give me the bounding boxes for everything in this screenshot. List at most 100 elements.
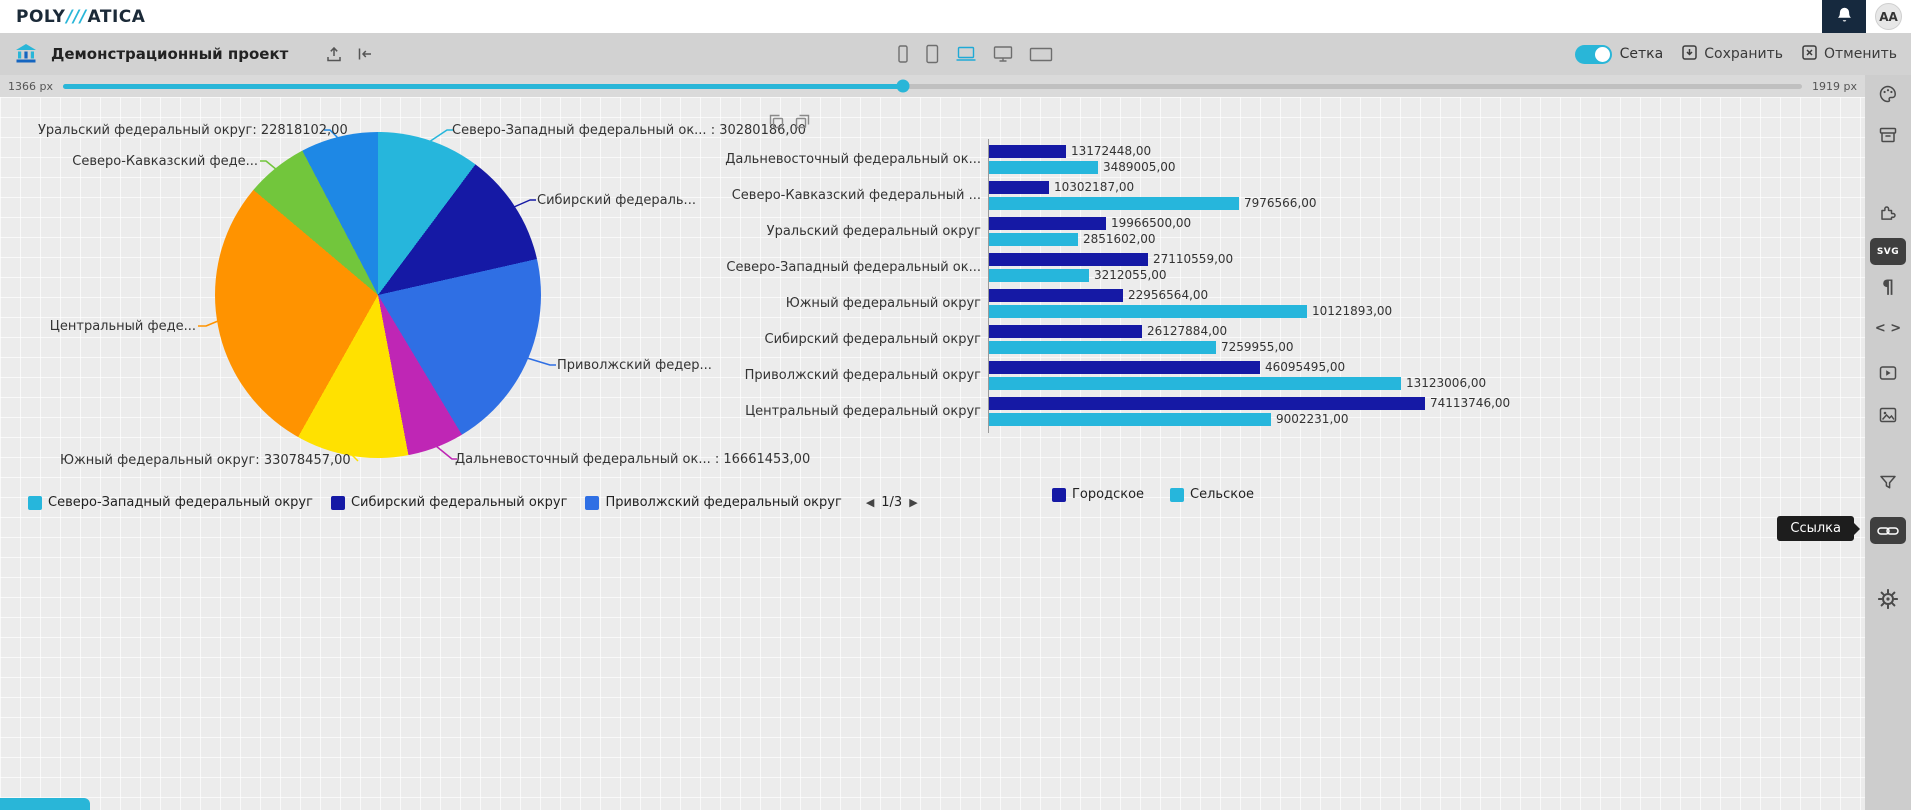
bar-value-label: 10302187,00 [1054, 180, 1134, 194]
image-widget-icon[interactable] [1878, 405, 1898, 425]
legend-item[interactable]: Городское [1052, 487, 1144, 502]
logo-part1: POLY [16, 7, 65, 27]
user-avatar[interactable]: AA [1875, 3, 1902, 30]
bar-row: Северо-Западный федеральный ок... 2711055… [700, 249, 1510, 285]
cancel-button[interactable]: Отменить [1801, 44, 1897, 65]
viewport-laptop-button[interactable] [955, 44, 977, 64]
polymatica-logo: POLY///ATICA [16, 7, 145, 27]
bar-group: 46095495,0013123006,00 [988, 361, 1486, 390]
legend-item[interactable]: Приволжский федеральный округ [585, 495, 841, 510]
legend-prev-button[interactable]: ◀ [866, 496, 874, 509]
arrange-back-icon[interactable] [768, 113, 785, 130]
bar-rural[interactable] [988, 161, 1098, 174]
project-icon [14, 43, 38, 65]
viewport-tablet-button[interactable] [925, 44, 940, 64]
bar-rural[interactable] [988, 233, 1078, 246]
bar-rural[interactable] [988, 377, 1401, 390]
bar-row: Центральный федеральный округ74113746,00… [700, 393, 1510, 429]
filter-icon[interactable] [1878, 473, 1898, 493]
legend-page-indicator: 1/3 [881, 495, 902, 510]
pie-slice-label: Сибирский федераль... [537, 193, 696, 208]
bar-urban[interactable] [988, 397, 1425, 410]
bar-value-label: 9002231,00 [1276, 412, 1349, 426]
pie-label-line [436, 446, 457, 459]
width-slider-min-label: 1366 px [8, 80, 53, 93]
export-upload-icon[interactable] [325, 45, 343, 63]
bar-row: Южный федеральный округ22956564,00101218… [700, 285, 1510, 321]
bar-row: Приволжский федеральный округ46095495,00… [700, 357, 1510, 393]
legend-item[interactable]: Сельское [1170, 487, 1254, 502]
legend-next-button[interactable]: ▶ [909, 496, 917, 509]
bar-urban[interactable] [988, 145, 1066, 158]
pie-slice-label: Южный федеральный округ: 33078457,00 [60, 453, 350, 468]
pie-slice-label: Уральский федеральный округ: 22818102,00 [38, 123, 322, 138]
palette-icon[interactable] [1878, 84, 1898, 104]
legend-label: Приволжский федеральный округ [605, 495, 841, 510]
bar-value-label: 13123006,00 [1406, 376, 1486, 390]
pie-chart[interactable] [215, 132, 541, 458]
legend-label: Городское [1072, 487, 1144, 502]
bar-value-label: 7259955,00 [1221, 340, 1294, 354]
pie-slice-label: Центральный феде... [18, 319, 196, 334]
legend-label: Сибирский федеральный округ [351, 495, 568, 510]
bar-urban[interactable] [988, 181, 1049, 194]
bar-urban[interactable] [988, 289, 1123, 302]
link-widget-icon[interactable] [1870, 517, 1906, 544]
bar-urban[interactable] [988, 253, 1148, 266]
bar-row: Уральский федеральный округ 19966500,00 28… [700, 213, 1510, 249]
bar-category-label: Приволжский федеральный округ [700, 368, 988, 383]
bar-rural[interactable] [988, 341, 1216, 354]
dashboard-canvas[interactable]: Северо-Западный федеральный ок... : 3028… [0, 97, 1865, 810]
bar-value-label: 13172448,00 [1071, 144, 1151, 158]
bar-value-label: 27110559,00 [1153, 252, 1233, 266]
widgets-drawer-icon[interactable] [1878, 125, 1898, 145]
plugin-puzzle-icon[interactable] [1878, 202, 1898, 222]
main-column: 1366 px 1919 px [0, 75, 1865, 810]
topbar: POLY///ATICA AA [0, 0, 1911, 33]
grid-toggle-knob [1595, 47, 1610, 62]
notifications-button[interactable] [1822, 0, 1866, 33]
bar-row: Дальневосточный федеральный ок...1317244… [700, 141, 1510, 177]
video-widget-icon[interactable] [1878, 363, 1898, 383]
bar-value-label: 2851602,00 [1083, 232, 1156, 246]
bar-urban[interactable] [988, 361, 1260, 374]
pie-slice-label: Северо-Кавказский феде... [58, 154, 258, 169]
svg-image-icon[interactable]: SVG [1870, 238, 1906, 265]
legend-item[interactable]: Северо-Западный федеральный округ [28, 495, 313, 510]
bar-value-label: 3212055,00 [1094, 268, 1167, 282]
grid-toggle[interactable] [1575, 45, 1612, 64]
width-slider-track[interactable] [63, 84, 1802, 89]
widget-sidebar: SVG ¶ < > [1865, 75, 1911, 810]
legend-color-swatch [1052, 488, 1066, 502]
bar-value-label: 19966500,00 [1111, 216, 1191, 230]
pie-slice-label: Дальневосточный федеральный ок... : 1666… [455, 452, 810, 467]
save-icon [1681, 44, 1698, 65]
viewport-phone-button[interactable] [896, 44, 910, 64]
bar-urban[interactable] [988, 217, 1106, 230]
width-slider-max-label: 1919 px [1812, 80, 1857, 93]
collapse-panel-icon[interactable] [356, 45, 374, 63]
slider-knob[interactable] [896, 80, 909, 93]
pie-slice-label: Северо-Западный федеральный ок... : 3028… [452, 123, 806, 138]
bar-rural[interactable] [988, 305, 1307, 318]
grid-toggle-label: Сетка [1620, 46, 1664, 62]
bar-rural[interactable] [988, 197, 1239, 210]
bar-group: 13172448,003489005,00 [988, 145, 1176, 174]
bar-category-label: Сибирский федеральный округ [700, 332, 988, 347]
arrange-front-icon[interactable] [794, 113, 811, 130]
canvas-scrollbar-thumb[interactable] [0, 798, 90, 810]
viewport-widescreen-button[interactable] [1029, 44, 1053, 64]
pie-label-line [527, 358, 556, 365]
code-widget-icon[interactable]: < > [1875, 321, 1901, 336]
text-widget-icon[interactable]: ¶ [1882, 278, 1894, 297]
viewport-desktop-button[interactable] [992, 44, 1014, 64]
bar-rural[interactable] [988, 413, 1271, 426]
bar-category-label: Уральский федеральный округ [700, 224, 988, 239]
save-button[interactable]: Сохранить [1681, 44, 1783, 65]
bar-category-label: Северо-Западный федеральный ок... [700, 260, 988, 275]
legend-item[interactable]: Сибирский федеральный округ [331, 495, 568, 510]
settings-gear-icon[interactable] [1877, 588, 1899, 610]
bar-rural[interactable] [988, 269, 1089, 282]
bar-group: 22956564,0010121893,00 [988, 289, 1392, 318]
bar-urban[interactable] [988, 325, 1142, 338]
